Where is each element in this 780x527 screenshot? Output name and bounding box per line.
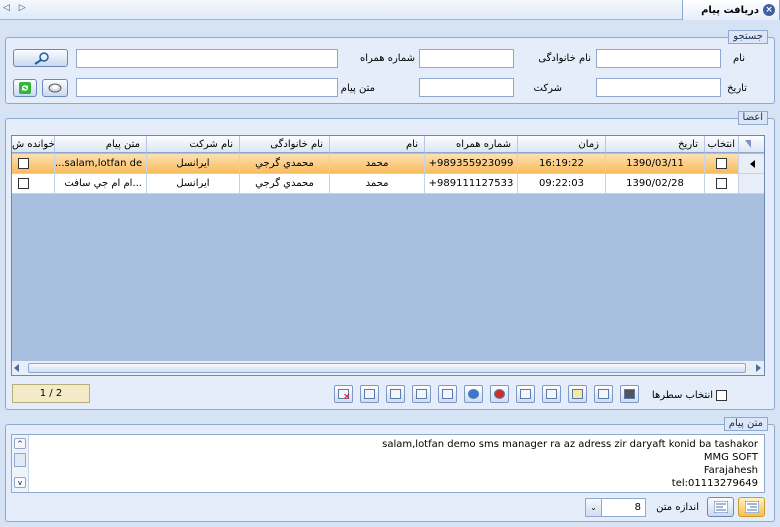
scroll-thumb-vertical[interactable] — [14, 453, 26, 467]
read-checkbox[interactable] — [12, 154, 55, 174]
tool-button-3[interactable] — [386, 385, 405, 403]
col-header-mobile[interactable]: شماره همراه — [425, 136, 518, 153]
tool-button-10[interactable] — [568, 385, 587, 403]
align-right-icon — [744, 501, 759, 513]
message-text-label: متن پیام — [340, 83, 375, 94]
scroll-down-arrow[interactable]: v — [14, 477, 26, 488]
scroll-thumb[interactable] — [28, 363, 746, 373]
message-line: Farajahesh — [703, 465, 758, 476]
last-name-input[interactable] — [419, 49, 514, 68]
table-row[interactable]: 1390/03/11 16:19:22 +989355923099 محمد م… — [12, 154, 764, 174]
mobile-label: شماره همراه — [359, 53, 415, 64]
search-legend: جستجو — [728, 30, 768, 44]
font-size-label: اندازه متن — [656, 502, 699, 513]
font-size-value: 8 — [634, 502, 641, 513]
scroll-right-arrow[interactable] — [756, 364, 761, 372]
tool-button-5[interactable] — [438, 385, 457, 403]
save-tool-button[interactable] — [412, 385, 431, 403]
company-input[interactable] — [419, 78, 514, 97]
time-cell: 16:19:22 — [518, 154, 606, 174]
print-tool-button[interactable] — [620, 385, 639, 403]
first-name-label: نام — [732, 53, 745, 64]
table-row[interactable]: 1390/02/28 09:22:03 +989111127533 محمد م… — [12, 174, 764, 194]
date-label: تاریخ — [727, 83, 747, 94]
row-indicator — [739, 174, 764, 194]
company-cell: ايرانسل — [147, 174, 240, 194]
row-indicator — [739, 154, 764, 174]
col-header-company[interactable]: نام شرکت — [147, 136, 240, 153]
refresh-icon — [19, 82, 31, 94]
title-bar — [0, 0, 780, 20]
col-header-select[interactable]: انتخاب — [705, 136, 739, 153]
message-line: MMG SOFT — [703, 452, 758, 463]
message-line: tel:01113279649 — [671, 478, 758, 489]
chevron-down-icon[interactable]: ⌄ — [586, 499, 602, 516]
mobile-input[interactable] — [76, 49, 338, 68]
vertical-scrollbar[interactable]: ^ v — [12, 435, 29, 492]
eraser-button[interactable] — [42, 79, 68, 97]
time-cell: 09:22:03 — [518, 174, 606, 194]
align-right-button[interactable] — [738, 497, 765, 517]
col-header-date[interactable]: تاریخ — [606, 136, 705, 153]
mobile-cell: +989355923099 — [425, 154, 518, 174]
nav-arrows[interactable]: ◁ ▷ — [3, 3, 29, 13]
refresh-button[interactable] — [13, 79, 37, 97]
magnifier-icon — [33, 52, 49, 65]
col-header-last-name[interactable]: نام خانوادگی — [240, 136, 330, 153]
delete-tool-button[interactable]: × — [334, 385, 353, 403]
tool-button-2[interactable] — [360, 385, 379, 403]
align-left-icon — [713, 501, 728, 513]
col-header-time[interactable]: زمان — [518, 136, 606, 153]
message-textarea[interactable]: ^ v salam,lotfan demo sms manager ra az … — [11, 434, 765, 493]
col-header-first-name[interactable]: نام — [330, 136, 425, 153]
col-header-message[interactable]: متن پیام — [55, 136, 147, 153]
tool-button-8[interactable] — [516, 385, 535, 403]
members-legend: اعضا — [737, 111, 768, 125]
align-left-button[interactable] — [707, 497, 734, 517]
horizontal-scrollbar[interactable] — [12, 360, 764, 375]
date-cell: 1390/02/28 — [606, 174, 705, 194]
col-header-read[interactable]: خوانده ش — [12, 136, 55, 153]
mail-tool-button[interactable] — [542, 385, 561, 403]
close-icon[interactable]: × — [763, 4, 775, 16]
last-name-label: نام خانوادگی — [538, 53, 591, 64]
company-label: شرکت — [533, 83, 562, 94]
window-tab[interactable]: دریافت پیام × — [682, 0, 780, 20]
message-text-input[interactable] — [76, 78, 338, 97]
pager: 1 / 2 — [12, 384, 90, 403]
company-cell: ايرانسل — [147, 154, 240, 174]
first-name-cell: محمد — [330, 174, 425, 194]
select-rows-label: انتخاب سطرها — [651, 390, 713, 401]
read-checkbox[interactable] — [12, 174, 55, 194]
last-name-cell: محمدي گرجي — [240, 174, 330, 194]
select-checkbox[interactable] — [705, 174, 739, 194]
scroll-left-arrow[interactable] — [14, 364, 19, 372]
last-name-cell: محمدي گرجي — [240, 154, 330, 174]
message-legend: متن پیام — [723, 417, 768, 431]
scroll-up-arrow[interactable]: ^ — [14, 438, 26, 449]
select-checkbox[interactable] — [705, 154, 739, 174]
header-corner — [739, 136, 764, 153]
tool-button-11[interactable] — [594, 385, 613, 403]
select-rows-checkbox[interactable] — [716, 390, 727, 401]
date-input[interactable] — [596, 78, 721, 97]
message-cell: ...salam,lotfan de — [55, 154, 147, 174]
search-button[interactable] — [13, 49, 68, 67]
mobile-cell: +989111127533 — [425, 174, 518, 194]
tool-button-6[interactable] — [464, 385, 483, 403]
user-tool-button[interactable] — [490, 385, 509, 403]
font-size-dropdown[interactable]: ⌄ 8 — [585, 498, 646, 517]
eraser-icon — [48, 83, 62, 93]
window-title: دریافت پیام — [701, 4, 759, 16]
first-name-cell: محمد — [330, 154, 425, 174]
first-name-input[interactable] — [596, 49, 721, 68]
members-grid[interactable]: انتخاب تاریخ زمان شماره همراه نام نام خا… — [11, 135, 765, 376]
date-cell: 1390/03/11 — [606, 154, 705, 174]
message-cell: ام ام جي سافت... — [55, 174, 147, 194]
message-line: salam,lotfan demo sms manager ra az adre… — [382, 439, 758, 450]
